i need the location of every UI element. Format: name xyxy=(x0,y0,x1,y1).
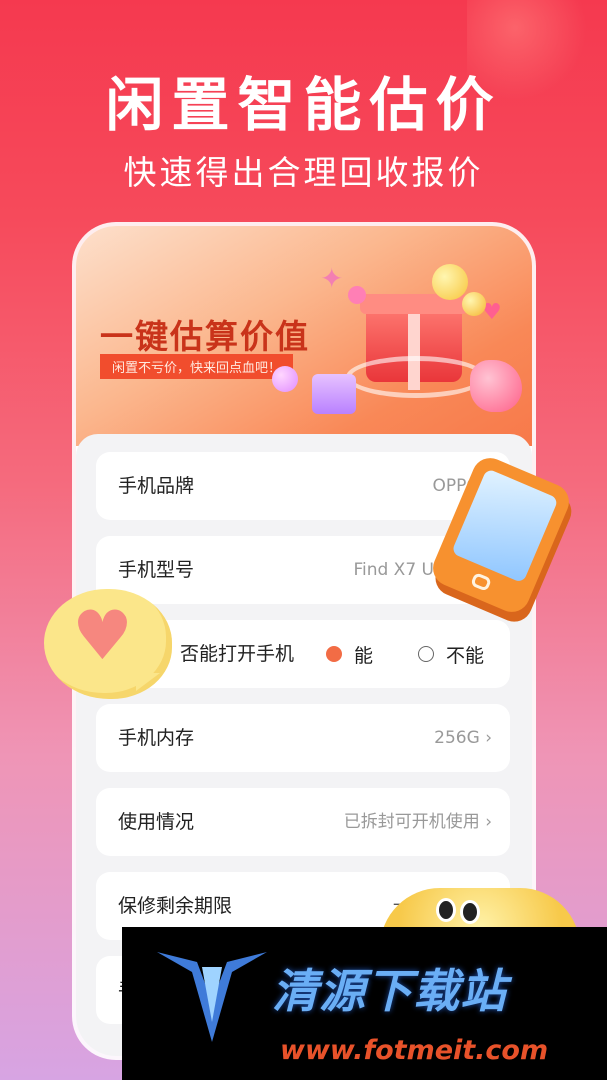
heart-balloon-icon xyxy=(470,360,522,412)
power-on-yes-label: 能 xyxy=(354,644,374,667)
small-gift-icon xyxy=(312,374,356,414)
watermark-logo-icon xyxy=(157,952,267,1042)
phone-home-button xyxy=(470,571,493,592)
brand-label: 手机品牌 xyxy=(118,475,195,497)
gift-ring-decoration xyxy=(346,356,486,398)
usage-row[interactable]: 使用情况 已拆封可开机使用 › xyxy=(96,788,510,856)
usage-value: 已拆封可开机使用 › xyxy=(343,812,492,832)
power-on-no-label: 不能 xyxy=(446,644,485,667)
sparkle-icon: ✦ xyxy=(320,262,344,295)
power-on-no-radio[interactable]: 不能 xyxy=(418,620,484,688)
watermark-name: 清源下载站 xyxy=(272,964,507,1018)
banner-title: 一键估算价值 xyxy=(100,317,310,356)
storage-label: 手机内存 xyxy=(118,727,195,749)
coin-icon xyxy=(462,292,486,316)
radio-checked-icon xyxy=(326,646,342,662)
heart-chat-bubble-icon: ♥ xyxy=(44,589,172,699)
model-value: Find X7 U xyxy=(353,560,434,580)
mascot-eye xyxy=(436,898,456,922)
hero-title: 闲置智能估价 xyxy=(105,71,502,139)
bubble-decoration xyxy=(348,286,366,304)
heart-icon: ♥ xyxy=(72,597,133,676)
mascot-eye xyxy=(460,900,480,924)
hero-subtitle: 快速得出合理回收报价 xyxy=(123,153,484,192)
brand-row[interactable]: 手机品牌 OPPO › xyxy=(96,452,510,520)
chevron-right-icon: › xyxy=(479,812,492,832)
power-on-yes-radio[interactable]: 能 xyxy=(326,620,373,688)
site-watermark: 清源下载站 www.fotmeit.com xyxy=(122,927,607,1080)
watermark-url: www.fotmeit.com xyxy=(280,1035,549,1066)
usage-label: 使用情况 xyxy=(118,811,195,833)
storage-row[interactable]: 手机内存 256G › xyxy=(96,704,510,772)
power-on-label: 否能打开手机 xyxy=(180,643,295,665)
phone-screen xyxy=(451,468,559,584)
radio-unchecked-icon xyxy=(418,646,434,662)
coin-icon xyxy=(432,264,468,300)
promo-banner[interactable]: 一键估算价值 闲置不亏价，快来回点血吧！ ✦ ♥ xyxy=(76,226,532,446)
banner-tagline: 闲置不亏价，快来回点血吧！ xyxy=(100,354,294,379)
storage-value: 256G › xyxy=(434,728,492,748)
chevron-right-icon: › xyxy=(479,728,492,748)
bubble-decoration xyxy=(272,366,298,392)
